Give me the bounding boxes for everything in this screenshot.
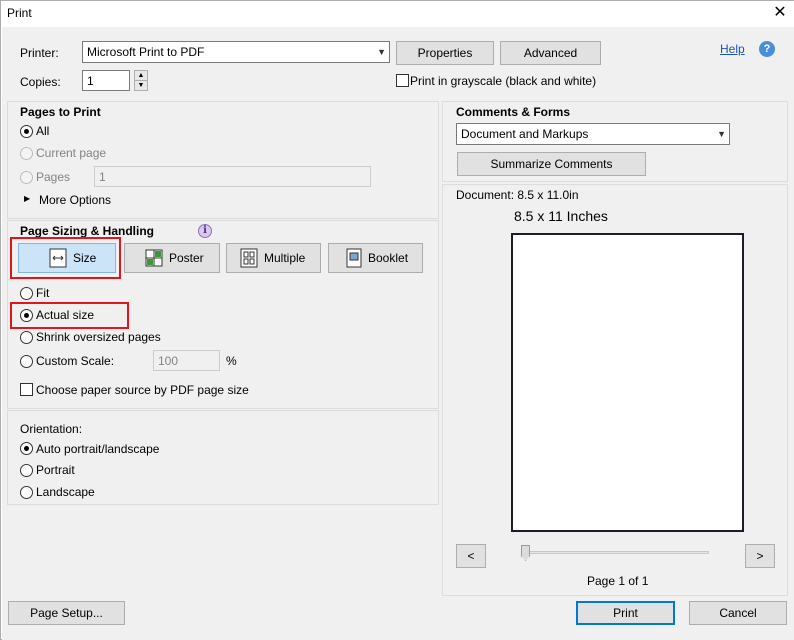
all-pages-radio[interactable] xyxy=(20,125,33,138)
current-page-radio[interactable] xyxy=(20,147,33,160)
booklet-mode-label: Booklet xyxy=(368,251,409,265)
booklet-icon xyxy=(346,248,362,268)
multiple-icon xyxy=(240,248,258,268)
orientation-title: Orientation: xyxy=(20,422,83,436)
pages-range-label: Pages xyxy=(36,170,71,184)
print-button[interactable]: Print xyxy=(576,601,675,625)
actual-size-highlight-box xyxy=(10,302,129,329)
fit-label: Fit xyxy=(36,286,50,300)
expand-triangle-icon[interactable]: ▶ xyxy=(24,194,30,203)
auto-orientation-label: Auto portrait/landscape xyxy=(36,442,160,456)
shrink-oversized-radio[interactable] xyxy=(20,331,33,344)
chevron-down-icon: ▼ xyxy=(717,129,726,139)
fit-radio[interactable] xyxy=(20,287,33,300)
chevron-down-icon: ▼ xyxy=(377,47,386,57)
comments-forms-title: Comments & Forms xyxy=(456,105,571,119)
current-page-label: Current page xyxy=(36,146,107,160)
auto-orientation-radio[interactable] xyxy=(20,442,33,455)
printer-label: Printer: xyxy=(20,46,59,60)
title-bar: Print ✕ xyxy=(1,1,794,27)
portrait-radio[interactable] xyxy=(20,464,33,477)
custom-scale-label: Custom Scale: xyxy=(36,354,115,368)
properties-button[interactable]: Properties xyxy=(396,41,494,65)
page-indicator: Page 1 of 1 xyxy=(587,574,649,588)
comments-forms-select[interactable]: Document and Markups ▼ xyxy=(456,123,730,145)
page-slider-track[interactable] xyxy=(521,551,709,554)
pages-range-input[interactable]: 1 xyxy=(94,166,371,187)
cancel-button[interactable]: Cancel xyxy=(689,601,787,625)
page-setup-button[interactable]: Page Setup... xyxy=(8,601,125,625)
poster-mode-button[interactable]: Poster xyxy=(124,243,220,273)
next-page-button[interactable]: > xyxy=(745,544,775,568)
pages-range-radio[interactable] xyxy=(20,171,33,184)
advanced-button[interactable]: Advanced xyxy=(500,41,601,65)
help-link[interactable]: Help xyxy=(720,42,745,56)
poster-mode-label: Poster xyxy=(169,251,204,265)
paper-source-checkbox[interactable] xyxy=(20,383,33,396)
poster-icon xyxy=(145,249,163,267)
comments-forms-value: Document and Markups xyxy=(461,127,589,141)
paper-source-label: Choose paper source by PDF page size xyxy=(36,383,249,397)
page-preview xyxy=(511,233,744,532)
landscape-radio[interactable] xyxy=(20,486,33,499)
copies-label: Copies: xyxy=(20,75,61,89)
percent-label: % xyxy=(226,354,237,368)
previous-page-button[interactable]: < xyxy=(456,544,486,568)
multiple-mode-label: Multiple xyxy=(264,251,306,265)
close-icon[interactable]: ✕ xyxy=(771,3,789,23)
custom-scale-radio[interactable] xyxy=(20,355,33,368)
copies-input[interactable]: 1 xyxy=(82,70,130,91)
landscape-label: Landscape xyxy=(36,485,95,499)
custom-scale-input[interactable]: 100 xyxy=(153,350,220,371)
portrait-label: Portrait xyxy=(36,463,75,477)
printer-select[interactable]: Microsoft Print to PDF ▼ xyxy=(82,41,390,63)
printer-select-value: Microsoft Print to PDF xyxy=(87,45,205,59)
booklet-mode-button[interactable]: Booklet xyxy=(328,243,423,273)
window-title: Print xyxy=(7,6,32,20)
help-icon[interactable]: ? xyxy=(759,41,775,57)
shrink-oversized-label: Shrink oversized pages xyxy=(36,330,161,344)
paper-size-label: 8.5 x 11 Inches xyxy=(514,208,608,224)
print-dialog: Print ✕ Printer: Microsoft Print to PDF … xyxy=(0,0,794,640)
more-options-link[interactable]: More Options xyxy=(39,193,111,207)
multiple-mode-button[interactable]: Multiple xyxy=(226,243,321,273)
info-icon[interactable]: i xyxy=(198,224,212,238)
grayscale-checkbox[interactable] xyxy=(396,74,409,87)
document-size-label: Document: 8.5 x 11.0in xyxy=(456,188,579,202)
page-sizing-title: Page Sizing & Handling xyxy=(20,224,155,238)
size-highlight-box xyxy=(10,237,121,279)
summarize-comments-button[interactable]: Summarize Comments xyxy=(457,152,646,176)
grayscale-label: Print in grayscale (black and white) xyxy=(410,74,597,88)
pages-to-print-title: Pages to Print xyxy=(20,105,101,119)
copies-down-arrow-icon[interactable]: ▼ xyxy=(134,80,148,91)
all-pages-label: All xyxy=(36,124,50,138)
